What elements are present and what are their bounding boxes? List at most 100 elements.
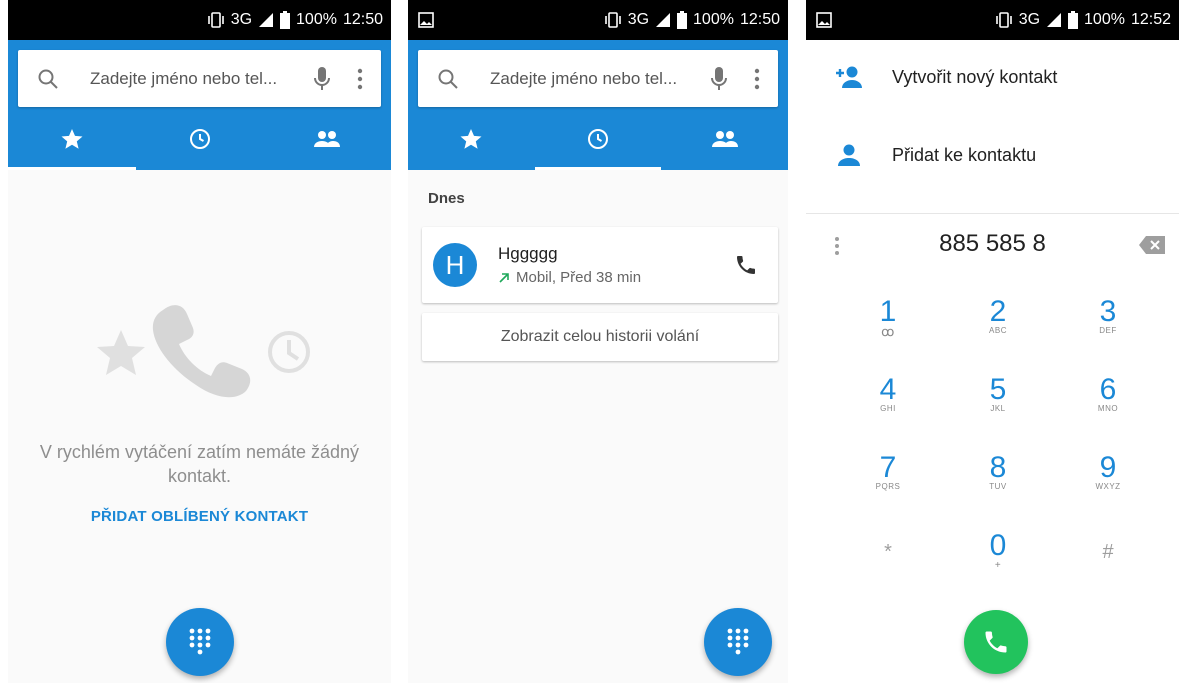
search-box[interactable]: Zadejte jméno nebo tel... xyxy=(418,50,778,107)
tab-favorites[interactable] xyxy=(408,107,535,170)
search-box[interactable]: Zadejte jméno nebo tel... xyxy=(18,50,381,107)
key-digit: * xyxy=(884,541,892,563)
add-to-contact-label: Přidat ke kontaktu xyxy=(892,144,1037,165)
dialed-number[interactable]: 885 585 8 xyxy=(806,230,1179,258)
dialpad-button[interactable] xyxy=(704,608,772,676)
avatar: H xyxy=(433,243,477,287)
key-digit: 3 xyxy=(1099,295,1117,328)
contact-actions: Vytvořit nový kontakt Přidat ke kontaktu xyxy=(806,40,1179,213)
clock: 12:52 xyxy=(1130,11,1171,28)
dialpad-icon xyxy=(727,628,749,655)
key-1[interactable]: 1ꝏ xyxy=(838,296,938,366)
microphone-icon[interactable] xyxy=(313,66,331,92)
key-digit: 8 xyxy=(989,451,1007,484)
key-9[interactable]: 9 WXYZ xyxy=(1058,452,1158,522)
key-6[interactable]: 6 MNO xyxy=(1058,374,1158,444)
call-detail: Mobil, Před 38 min xyxy=(498,269,641,286)
section-header-today: Dnes xyxy=(428,190,465,207)
battery-icon xyxy=(677,11,688,29)
create-new-contact-action[interactable]: Vytvořit nový kontakt xyxy=(806,42,1179,112)
signal-icon xyxy=(1047,13,1062,27)
call-detail-text: Mobil, Před 38 min xyxy=(516,269,642,286)
search-icon xyxy=(438,69,458,89)
tab-bar xyxy=(8,107,391,170)
call-back-phone-icon[interactable] xyxy=(734,253,758,277)
battery-percent: 100% xyxy=(296,11,337,28)
dialpad-panel: 885 585 8 1ꝏ 2 ABC 3 DEF 4 GHI 5 JKL 6 MNO 7P… xyxy=(806,213,1179,683)
empty-message: V rychlém vytáčení zatím nemáte žádný ko… xyxy=(39,442,360,486)
person-icon xyxy=(838,144,860,166)
search-icon xyxy=(38,69,58,89)
star-icon xyxy=(61,128,83,149)
backspace-icon[interactable] xyxy=(1139,236,1165,254)
empty-speed-dial-illustration xyxy=(97,305,310,398)
key-digit: # xyxy=(1102,541,1114,563)
clock: 12:50 xyxy=(342,11,383,28)
dialpad-icon xyxy=(189,628,211,655)
clock-icon xyxy=(588,128,608,149)
key-digit: 4 xyxy=(879,373,897,406)
signal-icon xyxy=(259,13,274,27)
search-placeholder: Zadejte jméno nebo tel... xyxy=(490,68,678,88)
vibrate-icon xyxy=(207,12,224,28)
voicemail-icon: ꝏ xyxy=(881,324,895,339)
screen-recents: 3G 100% 12:50 Zadejte jméno nebo tel... xyxy=(408,0,788,683)
dialpad-button[interactable] xyxy=(166,608,234,676)
key-digit: 6 xyxy=(1099,373,1117,406)
tab-contacts[interactable] xyxy=(661,107,788,170)
tab-recents[interactable] xyxy=(136,107,264,170)
app-bar: Zadejte jméno nebo tel... xyxy=(8,40,391,170)
tab-favorites[interactable] xyxy=(8,107,136,170)
clock-icon xyxy=(189,128,210,149)
key-digit: 2 xyxy=(989,295,1007,328)
signal-icon xyxy=(656,13,671,27)
clock: 12:50 xyxy=(739,11,780,28)
add-to-contact-action[interactable]: Přidat ke kontaktu xyxy=(806,120,1179,190)
gallery-notification-icon xyxy=(418,12,434,28)
people-icon xyxy=(314,130,341,147)
key-5[interactable]: 5 JKL xyxy=(948,374,1048,444)
key-8[interactable]: 8 TUV xyxy=(948,452,1048,522)
network-type: 3G xyxy=(230,11,253,28)
key-4[interactable]: 4 GHI xyxy=(838,374,938,444)
star-icon xyxy=(460,128,482,149)
key-star[interactable]: * xyxy=(838,536,938,606)
key-7[interactable]: 7 PQRS xyxy=(838,452,938,522)
key-letters: TUV xyxy=(989,482,1007,491)
key-0[interactable]: 0 + xyxy=(948,530,1048,600)
tab-contacts[interactable] xyxy=(263,107,391,170)
tab-bar xyxy=(408,107,788,170)
key-letters: DEF xyxy=(1099,326,1117,335)
call-log-item[interactable]: H Hggggg Mobil, Před 38 min xyxy=(422,227,778,303)
add-favorite-button[interactable]: PŘIDAT OBLÍBENÝ KONTAKT xyxy=(8,508,391,525)
more-options-icon[interactable] xyxy=(754,68,760,90)
status-bar: 3G 100% 12:52 xyxy=(806,0,1179,40)
more-options-icon[interactable] xyxy=(357,68,363,90)
key-letters: WXYZ xyxy=(1095,482,1121,491)
search-placeholder: Zadejte jméno nebo tel... xyxy=(90,68,278,88)
people-icon xyxy=(711,130,738,147)
create-new-contact-label: Vytvořit nový kontakt xyxy=(892,66,1058,87)
network-type: 3G xyxy=(1018,11,1041,28)
screen-speed-dial: 3G 100% 12:50 Zadejte jméno nebo tel... xyxy=(8,0,391,683)
tab-recents[interactable] xyxy=(534,107,662,170)
key-2[interactable]: 2 ABC xyxy=(948,296,1048,366)
key-letters: PQRS xyxy=(875,482,901,491)
call-button[interactable] xyxy=(964,610,1028,674)
key-hash[interactable]: # xyxy=(1058,536,1158,606)
battery-icon xyxy=(280,11,291,29)
battery-percent: 100% xyxy=(693,11,734,28)
key-digit: 0 xyxy=(989,529,1007,562)
key-letters: ABC xyxy=(989,326,1007,335)
screen-dialer: 3G 100% 12:52 Vytvořit nový kontakt Přid… xyxy=(806,0,1179,683)
phone-icon xyxy=(985,631,1007,653)
microphone-icon[interactable] xyxy=(710,66,728,92)
status-bar: 3G 100% 12:50 xyxy=(8,0,391,40)
vibrate-icon xyxy=(604,12,621,28)
gallery-notification-icon xyxy=(816,12,832,28)
show-full-history-button[interactable]: Zobrazit celou historii volání xyxy=(422,313,778,361)
key-3[interactable]: 3 DEF xyxy=(1058,296,1158,366)
caller-name: Hggggg xyxy=(498,244,558,263)
vibrate-icon xyxy=(995,12,1012,28)
key-digit: 7 xyxy=(879,451,897,484)
